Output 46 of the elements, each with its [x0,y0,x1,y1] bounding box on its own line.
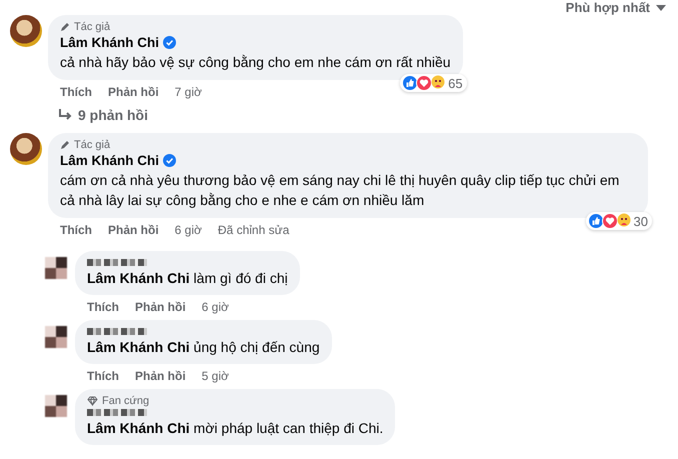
badge-text: Tác giả [74,21,110,33]
like-link[interactable]: Thích [60,85,92,99]
reaction-summary[interactable]: 65 [400,74,467,92]
reply-link[interactable]: Phản hồi [135,369,186,383]
author-name[interactable]: Lâm Khánh Chi [60,35,160,50]
like-icon [402,75,418,91]
comment-text: cám ơn cả nhà yêu thương bảo vệ em sáng nay chi lê thị huyên quây clip tiếp tục chửi em cả nhà lây lai sự công bằng cho e nhe e cám ơn nhiều lăm [60,171,620,210]
pen-icon [60,140,70,150]
badge-text: Tác giả [74,139,110,151]
avatar[interactable] [10,15,42,47]
like-icon [588,213,604,229]
edited-label: Đã chỉnh sửa [218,223,290,237]
like-link[interactable]: Thích [87,300,119,314]
reply-text: Lâm Khánh Chi mời pháp luật can thiệp đi Chi. [87,419,384,438]
reaction-count: 30 [634,214,648,228]
timestamp[interactable]: 6 giờ [174,223,202,237]
timestamp[interactable]: 7 giờ [174,85,202,99]
badge-text: Fan cứng [102,395,150,407]
timestamp[interactable]: 6 giờ [202,300,229,314]
caret-icon [656,4,666,10]
diamond-icon [87,396,98,406]
avatar[interactable] [10,133,42,165]
pixelated-name [87,259,147,266]
like-link[interactable]: Thích [60,223,92,237]
sort-menu[interactable]: Phù hợp nhất [566,0,666,15]
pixelated-name [87,328,147,335]
pixelated-name [87,409,147,416]
reply-link[interactable]: Phản hồi [135,300,186,314]
pen-icon [60,22,70,32]
reaction-count: 65 [448,76,463,90]
care-emoji-icon [616,213,632,229]
comment-text: cả nhà hãy bảo vệ sự công bằng cho em nhe cám ơn rất nhiều [60,53,451,72]
reaction-summary[interactable]: 30 [586,212,652,230]
reply-arrow-icon [58,109,72,121]
reply-text: Lâm Khánh Chi làm gì đó đi chị [87,269,288,288]
pixelated-avatar[interactable] [45,257,67,279]
reply-link[interactable]: Phản hồi [108,85,159,99]
author-name[interactable]: Lâm Khánh Chi [60,153,160,168]
reply-link[interactable]: Phản hồi [108,223,159,237]
like-link[interactable]: Thích [87,369,119,383]
pixelated-avatar[interactable] [45,395,67,417]
care-emoji-icon [430,75,446,91]
view-replies-link[interactable]: 9 phản hồi [10,99,678,133]
timestamp[interactable]: 5 giờ [202,369,229,383]
reply-text: Lâm Khánh Chi ủng hộ chị đến cùng [87,338,320,357]
pixelated-avatar[interactable] [45,326,67,348]
